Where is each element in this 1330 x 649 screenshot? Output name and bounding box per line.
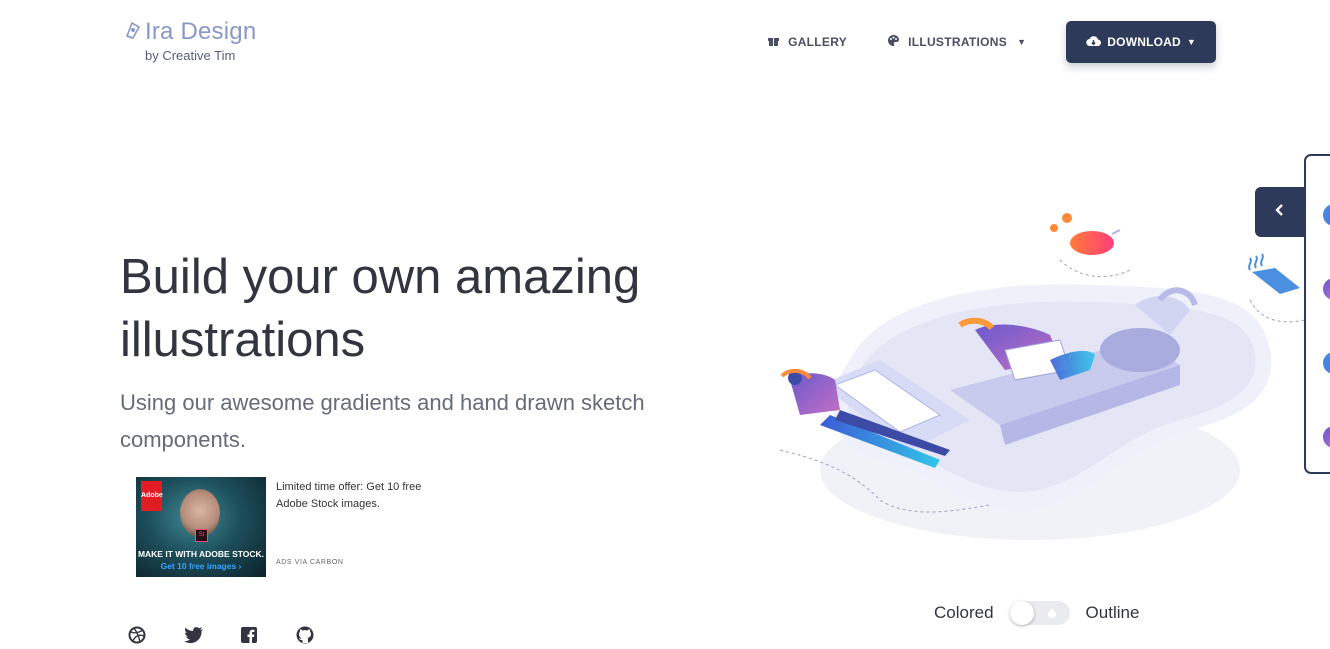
panel-swatch-4[interactable] [1323, 426, 1330, 448]
ad-text-link[interactable]: Limited time offer: Get 10 free Adobe St… [276, 479, 436, 513]
brand-title: Ira Design [145, 18, 257, 45]
hero-title: Build your own amazing illustrations [120, 246, 720, 372]
download-button[interactable]: DOWNLOAD ▼ [1066, 21, 1216, 63]
toggle-right-label: Outline [1085, 603, 1140, 622]
main-nav: GALLERY ILLUSTRATIONS ▼ DOWNLOAD ▼ [767, 21, 1216, 63]
panel-swatch-2[interactable] [1323, 278, 1330, 300]
brand[interactable]: Ira Design by Creative Tim [124, 18, 256, 63]
panel-swatch-1[interactable] [1323, 204, 1330, 226]
nav-gallery-link[interactable]: GALLERY [767, 21, 847, 63]
github-icon[interactable] [296, 626, 314, 644]
toggle-knob [1009, 601, 1034, 625]
colored-outline-toggle[interactable] [1009, 601, 1070, 625]
style-toggle-row: Colored Outline [934, 601, 1139, 625]
dribbble-icon[interactable] [128, 626, 146, 644]
social-links [128, 626, 314, 644]
hero-title-line2: illustrations [120, 313, 366, 367]
adobe-logo: Adobe [141, 481, 163, 511]
palette-icon [887, 34, 900, 50]
chevron-left-icon [1275, 203, 1285, 221]
panel-toggle-button[interactable] [1255, 187, 1305, 237]
nav-illustrations-dropdown[interactable]: ILLUSTRATIONS ▼ [887, 21, 1026, 63]
twitter-icon[interactable] [184, 626, 203, 644]
ad-via-link[interactable]: ADS VIA CARBON [276, 559, 344, 566]
side-panel [1304, 154, 1330, 474]
hero-subtitle: Using our awesome gradients and hand dra… [120, 390, 645, 452]
toggle-left-label: Colored [934, 603, 994, 622]
cloud-download-icon [1086, 35, 1102, 50]
hero-title-line1: Build your own amazing [120, 250, 641, 304]
adobe-stock-icon: St [195, 529, 208, 542]
facebook-icon[interactable] [240, 626, 258, 644]
hero-illustration [779, 213, 1306, 540]
nav-illustrations-label: ILLUSTRATIONS [908, 35, 1008, 49]
ad-image-cta: Get 10 free images › [160, 561, 242, 571]
caret-down-icon: ▼ [1017, 37, 1027, 47]
panel-swatch-3[interactable] [1323, 352, 1330, 374]
caret-down-icon: ▼ [1186, 37, 1196, 47]
gift-icon [767, 34, 780, 50]
ad-image-caption: MAKE IT WITH ADOBE STOCK. [137, 549, 265, 559]
brand-subtitle: by Creative Tim [145, 48, 236, 63]
download-label: DOWNLOAD [1107, 35, 1181, 49]
ad-image[interactable]: Adobe St MAKE IT WITH ADOBE STOCK. Get 1… [136, 477, 266, 577]
nav-gallery-label: GALLERY [788, 35, 848, 49]
pencil-logo-icon [124, 20, 142, 45]
drop-icon [1047, 607, 1056, 618]
